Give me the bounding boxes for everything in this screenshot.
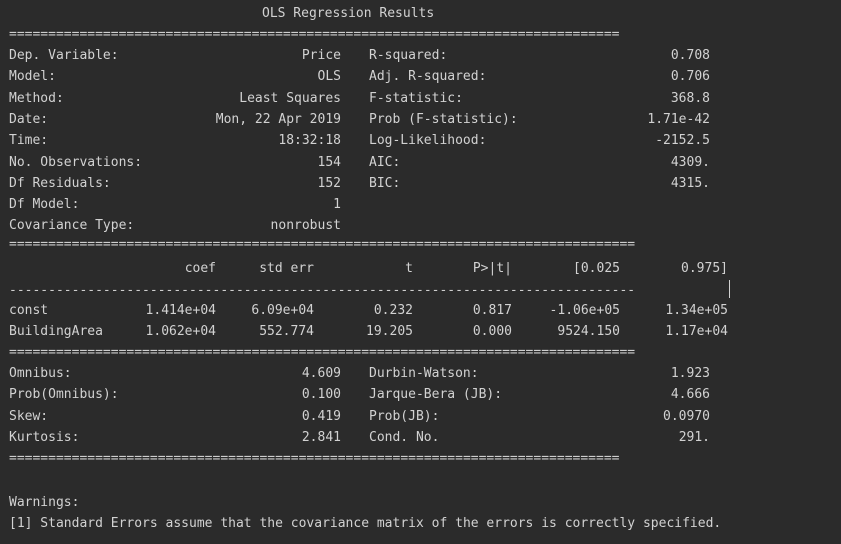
model-info-value2: -2152.5 bbox=[655, 133, 710, 149]
coef-row-name: BuildingArea bbox=[9, 324, 103, 339]
coef-cell: 9524.150 bbox=[557, 324, 620, 339]
coef-cell: 0.232 bbox=[373, 303, 413, 318]
coef-cell: 1.34e+05 bbox=[665, 303, 728, 318]
model-info-label2: Prob (F-statistic): bbox=[369, 111, 518, 127]
model-info-label2: Adj. R-squared: bbox=[369, 69, 487, 85]
model-info-row: Covariance Type: nonrobust bbox=[0, 217, 841, 235]
diagnostic-value2: 291. bbox=[678, 429, 710, 445]
rule-mid-1: ========================================… bbox=[9, 239, 636, 251]
diagnostic-label2: Prob(JB): bbox=[369, 408, 440, 424]
text-cursor bbox=[729, 280, 730, 298]
diagnostic-row: Kurtosis: 2.841 Cond. No. 291. bbox=[0, 429, 841, 447]
rule-dash: ----------------------------------------… bbox=[9, 285, 636, 297]
model-info-value: Least Squares bbox=[239, 90, 341, 106]
coef-row: const 1.414e+04 6.09e+04 0.232 0.817 -1.06e+0… bbox=[0, 302, 841, 320]
model-info-label2: Log-Likelihood: bbox=[369, 133, 487, 149]
model-info-label2: AIC: bbox=[369, 154, 401, 170]
model-info-row: Dep. Variable: Price R-squared: 0.708 bbox=[0, 47, 841, 65]
coef-header-coef: coef bbox=[184, 261, 216, 276]
model-info-value: nonrobust bbox=[270, 218, 341, 234]
diagnostic-label2: Durbin-Watson: bbox=[369, 366, 479, 381]
coef-row: BuildingArea 1.062e+04 552.774 19.205 0.000 9… bbox=[0, 323, 841, 341]
diagnostic-value: 2.841 bbox=[301, 429, 341, 445]
coef-cell: 0.000 bbox=[472, 324, 512, 339]
warnings-heading: Warnings: bbox=[9, 495, 80, 510]
coef-cell: 0.817 bbox=[472, 303, 512, 318]
coef-header-ci-high: 0.975] bbox=[681, 261, 728, 276]
model-info-row: No. Observations: 154 AIC: 4309. bbox=[0, 154, 841, 172]
coef-header-p: P>|t| bbox=[472, 261, 512, 276]
model-info-row: Model: OLS Adj. R-squared: 0.706 bbox=[0, 68, 841, 86]
model-info-value2: 0.706 bbox=[670, 69, 710, 85]
model-info-value: 154 bbox=[317, 154, 341, 170]
diagnostic-label2: Cond. No. bbox=[369, 429, 440, 445]
diagnostic-row: Omnibus: 4.609 Durbin-Watson: 1.923 bbox=[0, 365, 841, 383]
coef-cell: 1.414e+04 bbox=[145, 303, 216, 318]
model-info-row: Time: 18:32:18 Log-Likelihood: -2152.5 bbox=[0, 132, 841, 150]
coef-header-row: coef std err t P>|t| [0.025 0.975] bbox=[0, 260, 841, 278]
coef-header-ci-low: [0.025 bbox=[573, 261, 620, 276]
coef-cell: 19.205 bbox=[366, 324, 413, 339]
model-info-value: OLS bbox=[317, 69, 341, 85]
diagnostic-value2: 4.666 bbox=[670, 387, 710, 403]
model-info-value: Mon, 22 Apr 2019 bbox=[215, 111, 341, 127]
coef-header-stderr: std err bbox=[259, 261, 314, 276]
coef-cell: -1.06e+05 bbox=[549, 303, 620, 318]
model-info-value: 152 bbox=[317, 175, 341, 191]
model-info-value: 1 bbox=[333, 197, 341, 213]
model-info-label2: BIC: bbox=[369, 175, 401, 191]
model-info-label2: F-statistic: bbox=[369, 90, 463, 106]
coef-cell: 1.062e+04 bbox=[145, 324, 216, 339]
model-info-row: Method: Least Squares F-statistic: 368.8 bbox=[0, 90, 841, 108]
rule-mid-2: ========================================… bbox=[9, 347, 636, 359]
results-title: OLS Regression Results bbox=[262, 6, 435, 21]
coef-row-name: const bbox=[9, 303, 49, 318]
diagnostic-row: Prob(Omnibus): 0.100 Jarque-Bera (JB): 4.66… bbox=[0, 386, 841, 404]
diagnostic-value2: 0.0970 bbox=[663, 408, 710, 424]
diagnostic-value: 0.419 bbox=[301, 408, 341, 424]
ols-output-panel: { "title": "OLS Regression Results", "mo… bbox=[0, 0, 841, 544]
rule-bottom: ========================================… bbox=[9, 453, 620, 465]
diagnostic-value: 0.100 bbox=[301, 387, 341, 403]
model-info-value2: 4309. bbox=[670, 154, 710, 170]
model-info-row: Df Model: 1 bbox=[0, 196, 841, 214]
model-info-row: Date: Mon, 22 Apr 2019 Prob (F-statistic):… bbox=[0, 111, 841, 129]
coef-header-t: t bbox=[405, 261, 413, 276]
diagnostic-value2: 1.923 bbox=[670, 366, 710, 381]
diagnostic-value: 4.609 bbox=[301, 366, 341, 381]
model-info-value: 18:32:18 bbox=[278, 133, 341, 149]
model-info-value2: 4315. bbox=[670, 175, 710, 191]
model-info-value2: 0.708 bbox=[670, 48, 710, 63]
diagnostic-label2: Jarque-Bera (JB): bbox=[369, 387, 503, 403]
model-info-label2: R-squared: bbox=[369, 48, 448, 63]
coef-cell: 1.17e+04 bbox=[665, 324, 728, 339]
coef-cell: 552.774 bbox=[259, 324, 314, 339]
model-info-row: Df Residuals: 152 BIC: 4315. bbox=[0, 175, 841, 193]
rule-top: ========================================… bbox=[9, 29, 620, 41]
model-info-value2: 1.71e-42 bbox=[647, 111, 710, 127]
diagnostic-row: Skew: 0.419 Prob(JB): 0.0970 bbox=[0, 408, 841, 426]
coef-cell: 6.09e+04 bbox=[251, 303, 314, 318]
model-info-value: Price bbox=[301, 48, 341, 63]
warning-line-1: [1] Standard Errors assume that the cova… bbox=[9, 516, 722, 531]
model-info-value2: 368.8 bbox=[670, 90, 710, 106]
